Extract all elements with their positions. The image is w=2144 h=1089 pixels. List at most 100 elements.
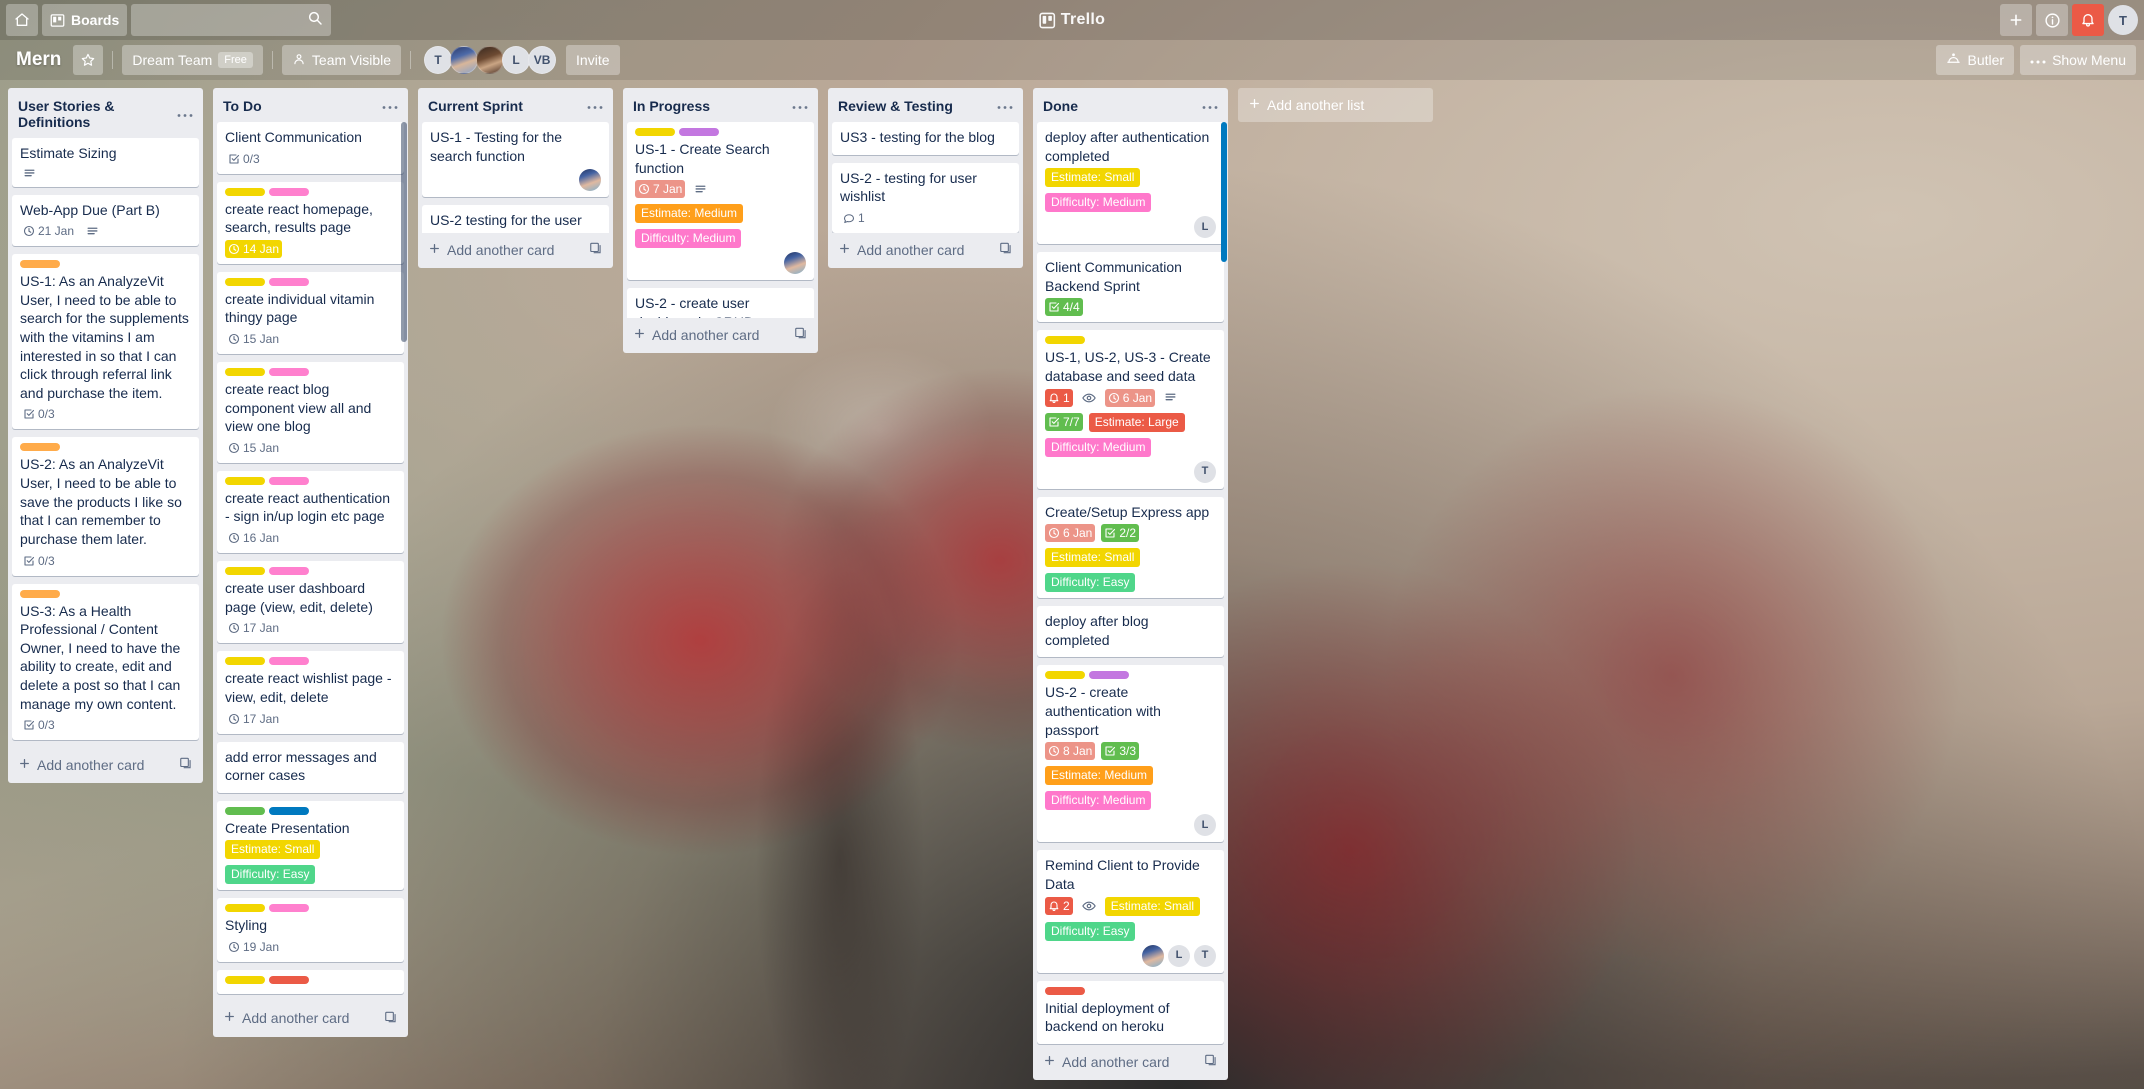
label-pink[interactable]	[269, 277, 309, 286]
label-purple[interactable]	[1089, 671, 1129, 680]
label-yellow[interactable]	[225, 975, 265, 984]
butler-button[interactable]: Butler	[1936, 45, 2015, 75]
list-menu-icon[interactable]	[790, 102, 810, 110]
card[interactable]: US3 - testing for the blog	[832, 122, 1019, 155]
card-template-icon[interactable]	[179, 756, 193, 773]
label-yellow[interactable]	[225, 476, 265, 485]
label-pink[interactable]	[269, 476, 309, 485]
card[interactable]: create react wishlist page - view, edit,…	[217, 651, 404, 734]
notifications-bell-icon[interactable]	[2072, 4, 2104, 36]
label-orange[interactable]	[20, 589, 60, 598]
add-another-card-button[interactable]: Add another card	[8, 748, 203, 783]
card[interactable]: US-2: As an AnalyzeVit User, I need to b…	[12, 437, 199, 576]
card[interactable]: Web-App Due (Part B) 21 Jan	[12, 194, 199, 247]
card[interactable]: create react authentication - sign in/up…	[217, 470, 404, 554]
card[interactable]: US-1: As an AnalyzeVit User, I need to b…	[12, 254, 199, 430]
label-yellow[interactable]	[225, 904, 265, 913]
card[interactable]: Initial deployment of backend on heroku	[1037, 980, 1224, 1044]
card[interactable]: US-2 - testing for user wishlist 1	[832, 162, 1019, 233]
add-another-card-button[interactable]: Add another card	[213, 1002, 408, 1037]
list-title[interactable]: Current Sprint	[428, 98, 523, 114]
board-member-avatar[interactable]	[450, 46, 479, 74]
label-yellow[interactable]	[225, 368, 265, 377]
label-yellow[interactable]	[1045, 336, 1085, 345]
card[interactable]: create user dashboard page (view, edit, …	[217, 561, 404, 644]
board-member-avatar[interactable]: VB	[528, 46, 557, 74]
card[interactable]: create react homepage, search, results p…	[217, 181, 404, 264]
label-yellow[interactable]	[635, 128, 675, 136]
card-template-icon[interactable]	[794, 326, 808, 343]
card[interactable]: US-1 - Testing for the search function	[422, 122, 609, 198]
label-yellow[interactable]	[225, 657, 265, 666]
label-pink[interactable]	[269, 904, 309, 913]
card[interactable]: US-2 - create user dashboard - CRUD9 Jan…	[627, 288, 814, 318]
card-template-icon[interactable]	[384, 1010, 398, 1027]
card[interactable]: Estimate Sizing	[12, 138, 199, 187]
trello-logo[interactable]: Trello	[1039, 11, 1105, 29]
card-member-avatar[interactable]: T	[1194, 944, 1216, 967]
team-name-button[interactable]: Dream Team Free	[122, 45, 263, 75]
list-scrollbar[interactable]	[401, 122, 407, 342]
add-another-card-button[interactable]: Add another card	[828, 233, 1023, 268]
card-member-avatar[interactable]	[784, 252, 806, 275]
list-menu-icon[interactable]	[380, 102, 400, 110]
visibility-button[interactable]: Team Visible	[281, 45, 402, 75]
list-scrollbar[interactable]	[1221, 122, 1227, 262]
home-icon[interactable]	[6, 4, 38, 36]
list-title[interactable]: In Progress	[633, 98, 710, 114]
card[interactable]: US-1 - Create Search function 7 Jan Estima…	[627, 122, 814, 281]
card-member-avatar[interactable]: L	[1168, 944, 1190, 967]
label-pink[interactable]	[269, 657, 309, 666]
board-member-avatar[interactable]: T	[424, 46, 453, 74]
invite-button[interactable]: Invite	[566, 45, 620, 75]
card[interactable]: Remind Client to Provide Data 2 Estimate: …	[1037, 850, 1224, 973]
label-pink[interactable]	[269, 567, 309, 576]
info-icon[interactable]	[2036, 4, 2068, 36]
list-menu-icon[interactable]	[1200, 102, 1220, 110]
list-menu-icon[interactable]	[585, 102, 605, 110]
list-menu-icon[interactable]	[995, 102, 1015, 110]
card[interactable]: add error messages and corner cases	[217, 741, 404, 793]
search-input[interactable]	[139, 12, 324, 28]
board-member-avatar[interactable]: L	[502, 46, 531, 74]
card[interactable]: US-1, US-2, US-3 - Create database and s…	[1037, 330, 1224, 489]
label-pink[interactable]	[269, 187, 309, 196]
label-red[interactable]	[1045, 986, 1085, 995]
label-yellow[interactable]	[225, 187, 265, 196]
list-title[interactable]: To Do	[223, 98, 262, 114]
label-pink[interactable]	[269, 368, 309, 377]
card[interactable]: create react blog component view all and…	[217, 362, 404, 463]
card-member-avatar[interactable]	[1142, 944, 1164, 967]
card-member-avatar[interactable]: L	[1194, 814, 1216, 837]
card[interactable]: deploy after blog completed	[1037, 606, 1224, 658]
label-purple[interactable]	[679, 128, 719, 136]
card-template-icon[interactable]	[999, 241, 1013, 258]
card-member-avatar[interactable]	[579, 169, 601, 192]
board-member-avatar[interactable]	[476, 46, 505, 74]
add-another-card-button[interactable]: Add another card	[418, 233, 613, 268]
card[interactable]: create individual vitamin thingy page 15 …	[217, 271, 404, 355]
list-title[interactable]: Done	[1043, 98, 1078, 114]
show-menu-button[interactable]: Show Menu	[2020, 45, 2136, 75]
card-member-avatar[interactable]: L	[1194, 216, 1216, 239]
label-yellow[interactable]	[225, 567, 265, 576]
card[interactable]: US-3: As a Health Professional / Content…	[12, 583, 199, 741]
star-icon[interactable]	[73, 45, 104, 75]
label-yellow[interactable]	[225, 277, 265, 286]
list-menu-icon[interactable]	[175, 110, 195, 118]
label-orange[interactable]	[20, 260, 60, 269]
label-yellow[interactable]	[1045, 671, 1085, 680]
add-another-card-button[interactable]: Add another card	[623, 318, 818, 353]
card[interactable]: deploy after authentication completed Est…	[1037, 122, 1224, 245]
card-template-icon[interactable]	[589, 241, 603, 258]
add-another-list-button[interactable]: Add another list	[1238, 88, 1433, 122]
label-green[interactable]	[225, 806, 265, 815]
card[interactable]: Create/Setup Express app 6 Jan 2/2 Estimate…	[1037, 496, 1224, 599]
list-title[interactable]: User Stories & Definitions	[18, 98, 175, 130]
card[interactable]: US-2 testing for the user dashboard	[422, 205, 609, 233]
card[interactable]	[217, 969, 404, 994]
card[interactable]: Client Communication Backend Sprint 4/4	[1037, 252, 1224, 323]
add-icon[interactable]	[2000, 4, 2032, 36]
card-member-avatar[interactable]: T	[1194, 460, 1216, 483]
card-template-icon[interactable]	[1204, 1053, 1218, 1070]
